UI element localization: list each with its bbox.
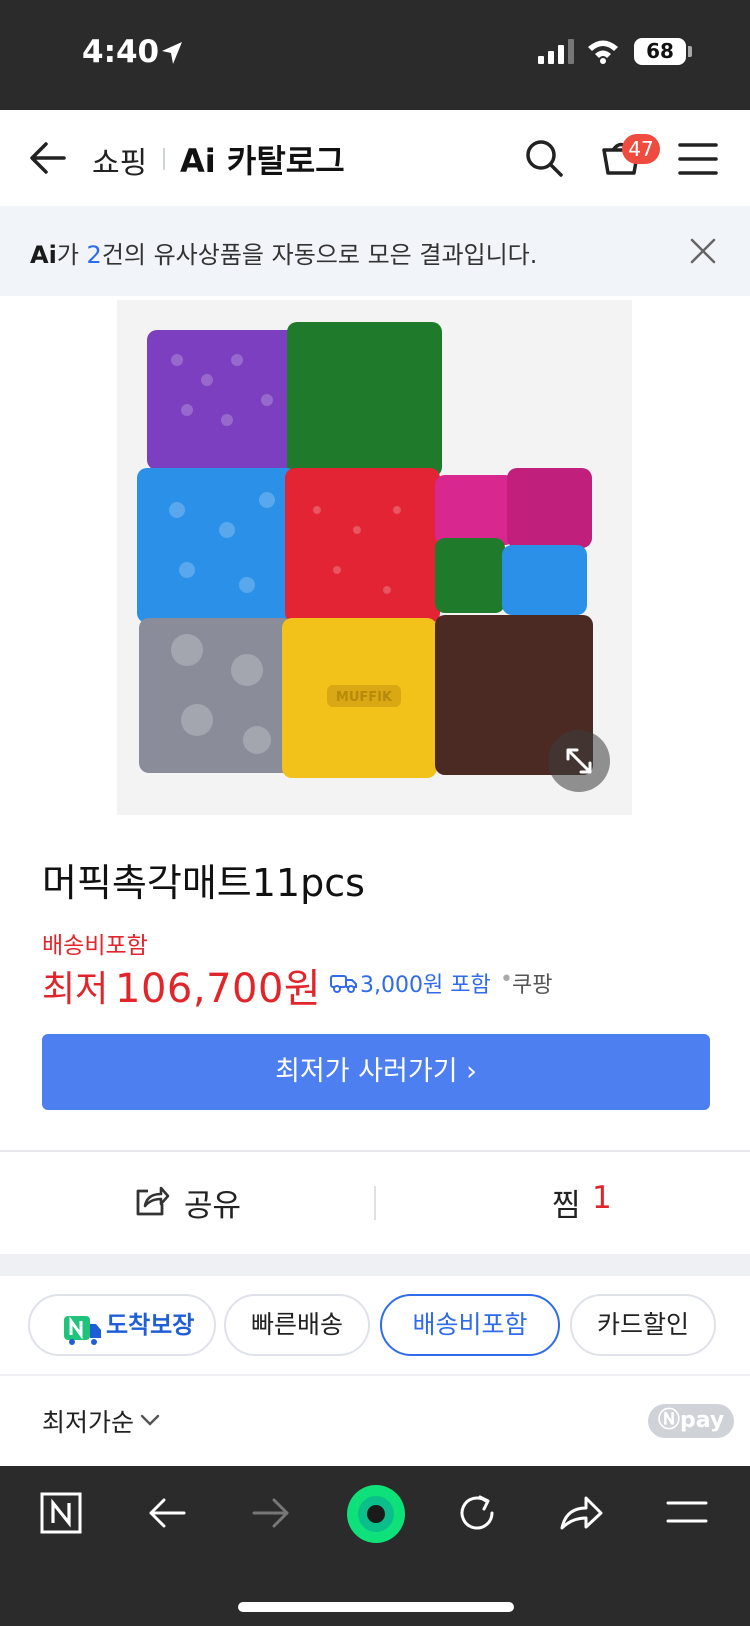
app-header: 쇼핑 Ai 카탈로그 47: [0, 110, 750, 206]
save-count: 1: [592, 1180, 612, 1216]
npay-label: pay: [680, 1408, 725, 1433]
ai-notice-count: 2: [86, 241, 102, 269]
chevron-down-icon[interactable]: [140, 1412, 160, 1431]
hamburger-menu-icon[interactable]: [678, 142, 718, 180]
ai-notice-text: Ai가 2건의 유사상품을 자동으로 모은 결과입니다.: [30, 235, 537, 270]
naver-home-icon[interactable]: [40, 1492, 82, 1538]
expand-image-icon[interactable]: [548, 730, 610, 792]
lowest-price-label: 최저: [42, 969, 109, 1010]
share-forward-icon[interactable]: [558, 1492, 604, 1538]
cellular-signal-icon: [538, 38, 576, 68]
ai-notice-suffix: 건의 유사상품을 자동으로 모은 결과입니다.: [101, 241, 538, 269]
lowest-price-value: 106,700원: [115, 966, 322, 1012]
filter-chip-shipping-included[interactable]: 배송비포함: [380, 1294, 560, 1356]
product-name: 머픽촉각매트11pcs: [42, 861, 365, 905]
back-arrow-icon[interactable]: [28, 138, 68, 182]
naver-arrival-icon: [64, 1309, 102, 1367]
section-divider: [0, 1150, 750, 1152]
shipping-fee-text: 3,000원 포함: [360, 973, 491, 998]
filter-chip-fast-delivery[interactable]: 빠른배송: [224, 1294, 370, 1356]
delivery-truck-icon: [330, 972, 358, 998]
header-divider: [163, 148, 165, 170]
ai-notice-prefix: 가: [56, 241, 87, 269]
battery-level: 68: [634, 38, 686, 65]
ai-logo: Ai: [30, 241, 57, 269]
status-time: 4:40: [82, 34, 160, 70]
ai-notice-banner: Ai가 2건의 유사상품을 자동으로 모은 결과입니다.: [0, 206, 750, 296]
page: 4:40 68 쇼핑 Ai 카탈로그 47 Ai가 2건의 유사상품을 자동으로…: [0, 0, 750, 1626]
section-divider: [0, 1374, 750, 1376]
refresh-icon[interactable]: [456, 1492, 498, 1538]
filter-chip-arrival-guarantee[interactable]: 도착보장: [28, 1294, 216, 1356]
buy-lowest-price-button[interactable]: 최저가 사러가기 ›: [42, 1034, 710, 1110]
browser-back-icon[interactable]: [146, 1492, 188, 1538]
wifi-icon: [586, 38, 620, 68]
npay-n-mark: Ⓝ: [658, 1408, 681, 1433]
section-gap: [0, 1254, 750, 1276]
search-icon[interactable]: [524, 138, 564, 182]
close-icon[interactable]: [690, 238, 716, 268]
filter-chip-card-discount[interactable]: 카드할인: [570, 1294, 716, 1356]
status-bar: 4:40 68: [0, 0, 750, 110]
action-divider: [374, 1186, 376, 1220]
npay-filter-badge[interactable]: Ⓝpay: [648, 1404, 735, 1438]
location-arrow-icon: [160, 40, 184, 70]
share-icon[interactable]: [134, 1182, 170, 1222]
page-title: Ai 카탈로그: [180, 142, 345, 180]
naver-green-dot-icon[interactable]: [346, 1484, 406, 1548]
browser-forward-icon[interactable]: [250, 1492, 292, 1538]
battery-tip: [688, 46, 692, 57]
filter-chip-label: 도착보장: [106, 1311, 195, 1339]
home-indicator: [238, 1602, 514, 1612]
browser-menu-icon[interactable]: [666, 1500, 708, 1530]
sort-dropdown[interactable]: 최저가순: [42, 1403, 134, 1439]
mat-brand-label: MUFFIK: [336, 690, 393, 705]
section-link[interactable]: 쇼핑: [92, 138, 147, 182]
shipping-included-label: 배송비포함: [42, 933, 148, 959]
save-button[interactable]: 찜: [552, 1180, 581, 1225]
share-button[interactable]: 공유: [184, 1180, 241, 1225]
cart-count-badge: 47: [622, 134, 660, 164]
store-name: 쿠팡: [512, 973, 553, 998]
